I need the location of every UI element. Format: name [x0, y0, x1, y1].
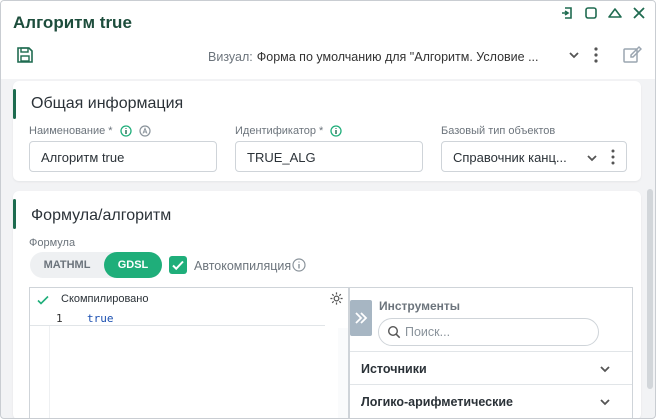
code-line[interactable]: 1 true: [30, 310, 325, 326]
close-icon[interactable]: [631, 5, 647, 21]
tools-title: Инструменты: [379, 299, 461, 313]
pin-icon[interactable]: [607, 5, 623, 21]
id-field-label: Идентификатор *: [235, 125, 343, 137]
accordion-label: Источники: [361, 362, 427, 376]
tools-search-input[interactable]: Поиск...: [378, 318, 599, 346]
visual-value: Форма по умолчанию для "Алгоритм. Услови…: [256, 50, 539, 64]
chevron-down-icon[interactable]: [586, 152, 598, 164]
id-label-text: Идентификатор *: [235, 125, 324, 137]
page-scrollbar[interactable]: [647, 189, 653, 389]
name-field[interactable]: Алгоритм true: [29, 141, 217, 172]
chevron-down-icon[interactable]: [567, 48, 581, 62]
visual-selector[interactable]: Визуал: Форма по умолчанию для "Алгоритм.…: [208, 50, 558, 64]
autotranslate-icon[interactable]: [139, 125, 151, 137]
edit-icon[interactable]: [622, 44, 643, 64]
compile-status: Скомпилировано: [61, 293, 149, 305]
header: Алгоритм true Визуал: Форма по умолчанию …: [1, 1, 655, 79]
base-type-label: Базовый тип объектов: [441, 125, 556, 137]
gutter-divider: [49, 326, 50, 418]
general-info-card: Общая информация Наименование * Алгоритм…: [13, 81, 641, 181]
chevron-down-icon: [600, 366, 610, 373]
code-editor[interactable]: Скомпилировано 1 true: [29, 287, 349, 418]
autocompile-label: Автокомпиляция: [194, 259, 292, 273]
section-accent: [13, 199, 16, 229]
minimize-icon[interactable]: [559, 5, 575, 21]
more-icon[interactable]: [592, 46, 600, 64]
info-icon[interactable]: [292, 258, 306, 272]
tools-panel: Инструменты Поиск... Источники Логико-ар…: [349, 287, 633, 418]
save-icon[interactable]: [15, 45, 35, 65]
info-icon[interactable]: [330, 125, 343, 137]
section-accent: [13, 89, 16, 119]
code-text: true: [87, 312, 114, 325]
gear-icon[interactable]: [329, 291, 344, 306]
formula-title: Формула/алгоритм: [31, 207, 172, 224]
search-placeholder: Поиск...: [405, 325, 451, 339]
autocompile-checkbox[interactable]: [169, 256, 187, 274]
visual-label: Визуал:: [208, 50, 253, 64]
base-type-select[interactable]: Справочник канц...: [441, 141, 627, 172]
general-info-title: Общая информация: [31, 95, 184, 112]
formula-label: Формула: [29, 237, 76, 249]
double-chevron-right-icon[interactable]: [350, 300, 372, 336]
chevron-down-icon: [600, 399, 610, 406]
line-number: 1: [56, 312, 63, 325]
accordion-logic-arithmetic[interactable]: Логико-арифметические: [350, 384, 632, 417]
editor-scrollbar[interactable]: [338, 328, 348, 418]
check-icon: [36, 293, 50, 307]
id-field[interactable]: TRUE_ALG: [235, 141, 423, 172]
search-icon: [387, 325, 401, 339]
accordion-sources[interactable]: Источники: [350, 351, 632, 384]
form-window: Алгоритм true Визуал: Форма по умолчанию …: [0, 0, 656, 419]
tab-gdsl[interactable]: GDSL: [104, 252, 162, 278]
tab-mathml[interactable]: MATHML: [30, 252, 104, 278]
check-icon: [172, 260, 184, 271]
accordion-label: Логико-арифметические: [361, 395, 513, 409]
name-label-text: Наименование *: [29, 125, 113, 137]
more-icon[interactable]: [610, 148, 616, 166]
window-title: Алгоритм true: [13, 13, 132, 32]
name-field-label: Наименование *: [29, 125, 151, 137]
formula-type-switch: MATHML GDSL: [30, 252, 162, 278]
base-type-value: Справочник канц...: [453, 150, 567, 165]
maximize-icon[interactable]: [583, 5, 599, 21]
info-icon[interactable]: [120, 125, 132, 137]
